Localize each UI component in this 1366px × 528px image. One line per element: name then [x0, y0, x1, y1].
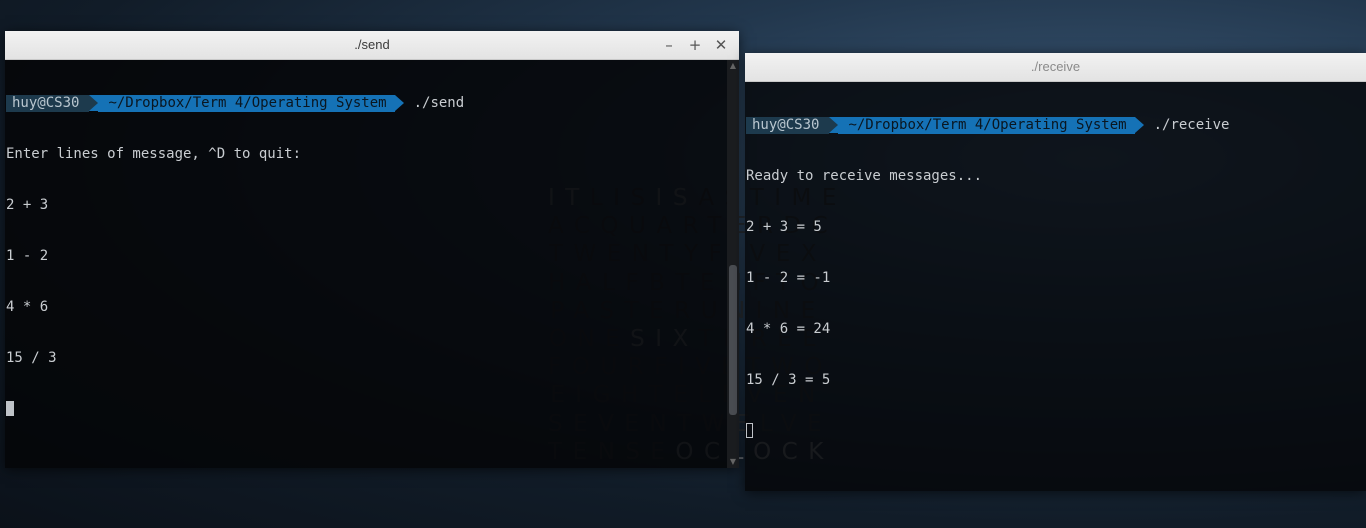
prompt-separator-icon [829, 117, 839, 133]
scroll-down-icon[interactable]: ▼ [727, 456, 739, 468]
output-line: 4 * 6 = 24 [746, 321, 831, 337]
send-window-title: ./send [354, 37, 390, 52]
window-controls: – + ✕ [657, 31, 733, 59]
prompt-separator-icon [89, 95, 99, 111]
output-line: 15 / 3 = 5 [746, 372, 831, 388]
receive-titlebar[interactable]: ./receive [745, 53, 1366, 82]
output-line: 15 / 3 [6, 350, 57, 366]
prompt-user: huy@CS30 [746, 117, 830, 134]
output-line: 4 * 6 [6, 299, 49, 315]
prompt-user: huy@CS30 [6, 95, 90, 112]
receive-window-title: ./receive [1030, 59, 1081, 74]
output-line: 2 + 3 [6, 197, 49, 213]
output-line: 2 + 3 = 5 [746, 219, 822, 235]
scroll-up-icon[interactable]: ▲ [727, 60, 739, 72]
close-button[interactable]: ✕ [709, 33, 733, 57]
scroll-thumb[interactable] [729, 265, 737, 415]
prompt-command: ./receive [1153, 117, 1230, 133]
output-line: 1 - 2 [6, 248, 49, 264]
input-line[interactable] [6, 401, 738, 418]
output-line: 1 - 2 = -1 [746, 270, 831, 286]
text-cursor [6, 401, 14, 416]
text-cursor [746, 423, 753, 438]
input-line[interactable] [746, 423, 1365, 440]
prompt-command: ./send [413, 95, 465, 111]
receive-terminal-window[interactable]: ./receive huy@CS30 ~/Dropbox/Term 4/Oper… [745, 53, 1366, 491]
send-terminal-window[interactable]: ./send – + ✕ huy@CS30 ~/Dropbox/Term 4/O… [5, 31, 739, 468]
shell-prompt: huy@CS30 ~/Dropbox/Term 4/Operating Syst… [746, 117, 1365, 134]
minimize-button[interactable]: – [657, 33, 681, 57]
maximize-button[interactable]: + [683, 33, 707, 57]
prompt-separator-icon [1134, 117, 1144, 133]
shell-prompt: huy@CS30 ~/Dropbox/Term 4/Operating Syst… [6, 95, 738, 112]
output-line: Ready to receive messages... [746, 168, 983, 184]
send-titlebar[interactable]: ./send – + ✕ [5, 31, 739, 60]
prompt-path: ~/Dropbox/Term 4/Operating System [838, 117, 1135, 134]
send-terminal-output[interactable]: huy@CS30 ~/Dropbox/Term 4/Operating Syst… [5, 60, 739, 452]
output-line: Enter lines of message, ^D to quit: [6, 146, 302, 162]
prompt-separator-icon [394, 95, 404, 111]
receive-terminal-output[interactable]: huy@CS30 ~/Dropbox/Term 4/Operating Syst… [745, 82, 1366, 474]
send-scrollbar[interactable]: ▲ ▼ [727, 60, 739, 468]
prompt-path: ~/Dropbox/Term 4/Operating System [98, 95, 395, 112]
